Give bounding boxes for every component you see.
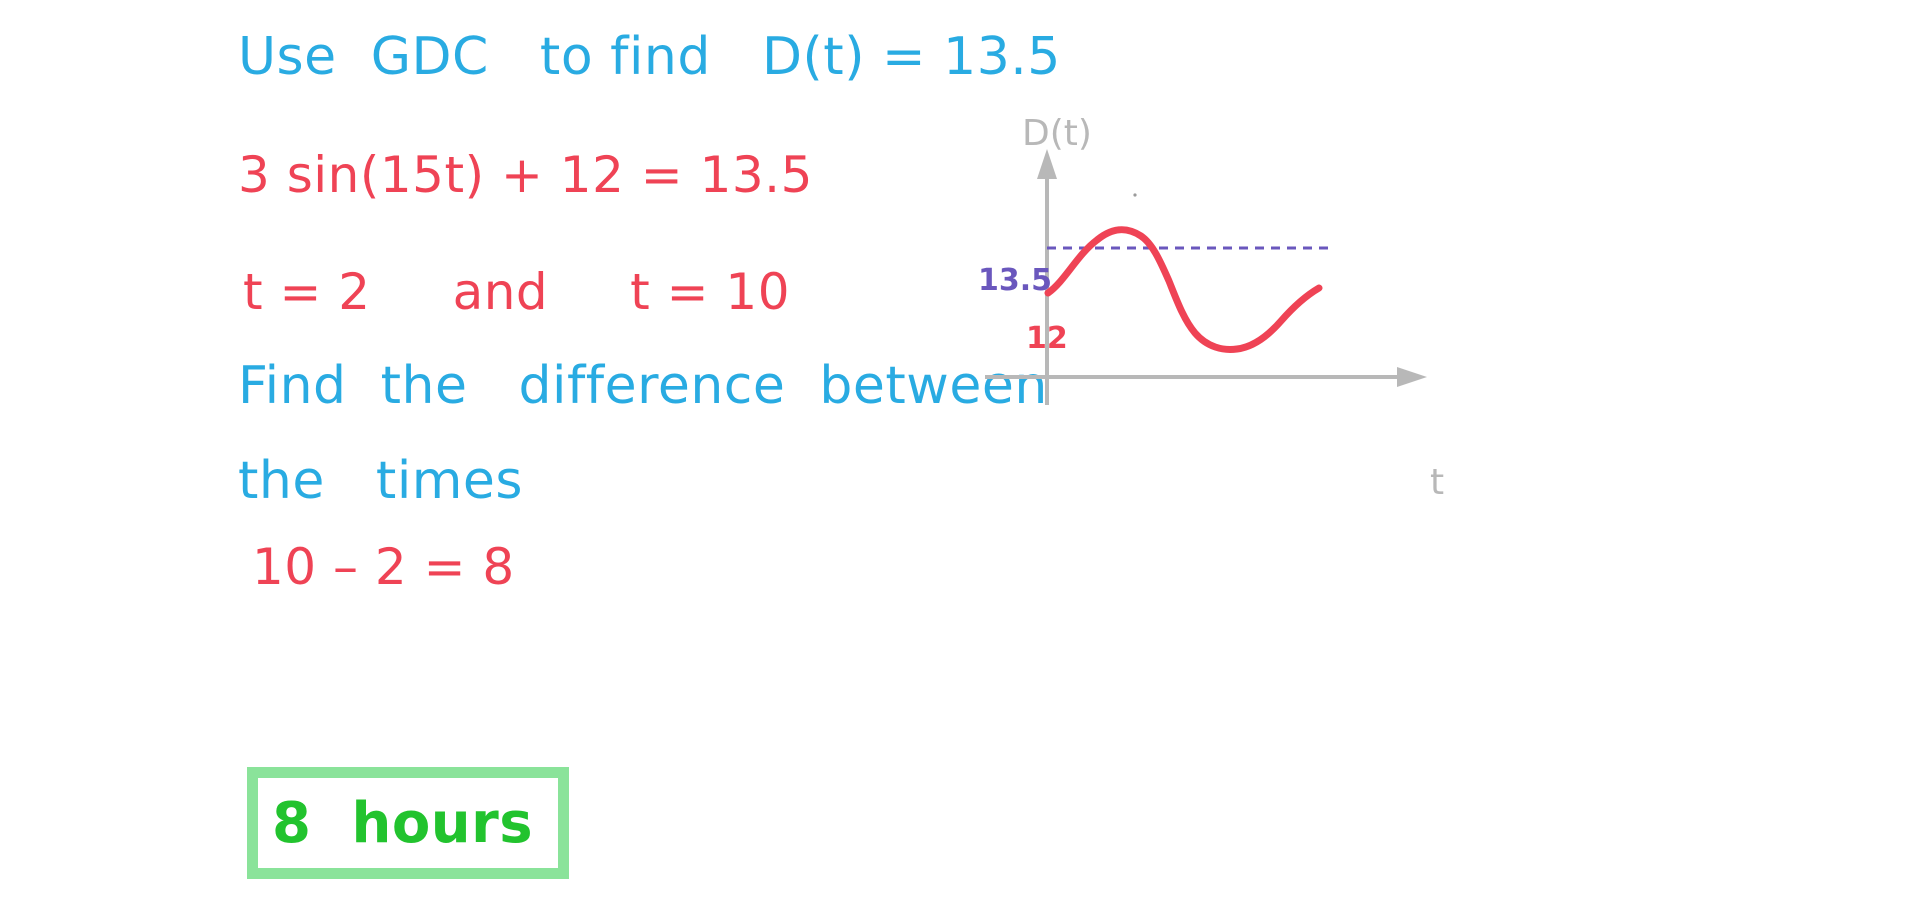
y-tick-label-12: 12 (1026, 321, 1068, 356)
y-axis-label: D(t) (1022, 113, 1092, 154)
graph-sketch (985, 105, 1505, 505)
y-tick-label-13-5: 13.5 (978, 263, 1053, 298)
stray-ink-dot (1133, 193, 1137, 197)
work-line-5: the times (238, 451, 523, 511)
x-axis-label: t (1430, 462, 1445, 503)
work-line-1: Use GDC to find D(t) = 13.5 (238, 27, 1061, 87)
x-axis-arrowhead (1397, 367, 1427, 387)
work-line-4: Find the difference between (238, 356, 1048, 416)
worksheet-canvas: Use GDC to find D(t) = 13.5 3 sin(15t) +… (0, 0, 1910, 901)
work-line-3-solutions: t = 2 and t = 10 (243, 263, 791, 321)
work-line-2-equation: 3 sin(15t) + 12 = 13.5 (238, 146, 813, 204)
work-line-6-difference: 10 – 2 = 8 (252, 538, 515, 596)
answer-text: 8 hours (272, 791, 534, 856)
